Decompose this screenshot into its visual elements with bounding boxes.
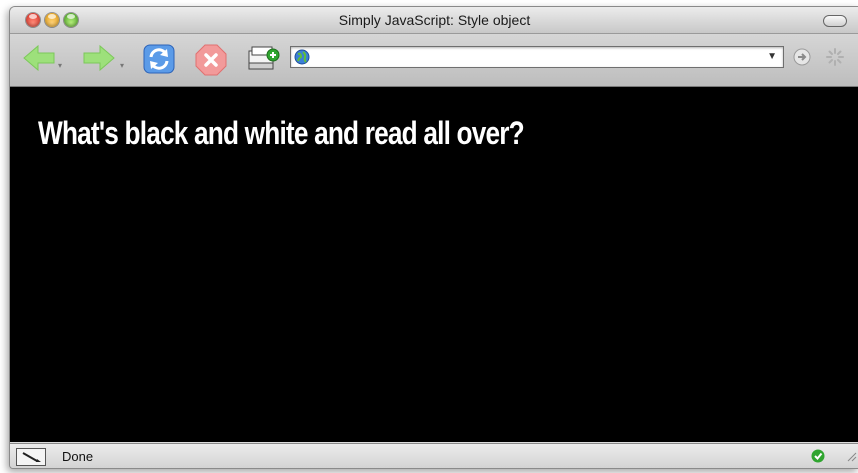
- forward-history-dropdown[interactable]: ▾: [120, 61, 124, 70]
- browser-window: Simply JavaScript: Style object ▾ ▾ ▼ Wh…: [9, 6, 858, 469]
- loading-throbber: [825, 47, 845, 72]
- reload-button[interactable]: [142, 43, 176, 80]
- status-text: Done: [62, 449, 94, 464]
- window-title: Simply JavaScript: Style object: [338, 12, 531, 28]
- status-ok: [811, 449, 825, 468]
- resize-grip[interactable]: [845, 449, 857, 467]
- status-bar: Done: [10, 443, 858, 468]
- new-page-button[interactable]: [246, 43, 280, 80]
- toolbar-toggle-button[interactable]: [823, 15, 847, 27]
- resize-grip-icon: [847, 452, 857, 462]
- title-bar: Simply JavaScript: Style object: [10, 7, 858, 34]
- go-button[interactable]: [792, 47, 812, 72]
- go-arrow-icon: [793, 48, 811, 66]
- url-input[interactable]: [313, 48, 733, 64]
- page-content: What's black and white and read all over…: [10, 87, 858, 442]
- back-button[interactable]: [22, 43, 56, 78]
- page-heading: What's black and white and read all over…: [38, 115, 525, 151]
- reload-icon: [143, 44, 175, 74]
- address-bar[interactable]: ▼: [290, 46, 784, 68]
- url-history-dropdown-icon[interactable]: ▼: [767, 51, 777, 62]
- pen-icon: [22, 452, 41, 462]
- back-arrow-icon: [23, 44, 55, 72]
- globe-icon: [294, 49, 310, 65]
- back-history-dropdown[interactable]: ▾: [58, 61, 62, 70]
- new-tab-page-icon: [248, 46, 280, 70]
- forward-button[interactable]: [82, 43, 116, 78]
- status-page-icon: [16, 448, 46, 466]
- navigation-toolbar: ▾ ▾ ▼: [10, 34, 858, 87]
- stop-button[interactable]: [194, 43, 228, 82]
- checkmark-icon: [811, 449, 825, 463]
- forward-arrow-icon: [83, 44, 115, 72]
- throbber-icon: [826, 48, 844, 66]
- stop-icon: [195, 44, 227, 76]
